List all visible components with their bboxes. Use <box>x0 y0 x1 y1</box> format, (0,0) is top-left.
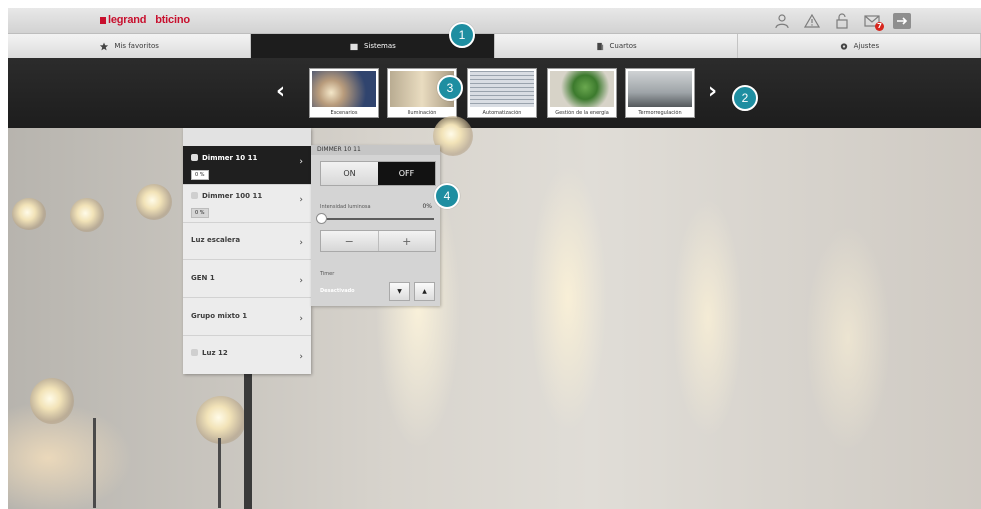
gear-icon <box>839 42 849 51</box>
chevron-right-icon: › <box>299 314 303 324</box>
lock-icon[interactable] <box>833 13 851 29</box>
chevron-right-icon: › <box>299 352 303 362</box>
exit-icon[interactable] <box>893 13 911 29</box>
callout-1: 1 <box>449 22 475 48</box>
alert-icon[interactable] <box>803 13 821 29</box>
device-item-gen-1[interactable]: GEN 1 › <box>183 259 311 298</box>
bulb-icon <box>191 349 198 356</box>
panel-title: DIMMER 10 11 <box>311 145 440 155</box>
on-off-toggle: ON OFF <box>320 161 436 186</box>
rooms-icon <box>595 42 605 51</box>
top-bar: legrand bticino 7 <box>8 8 981 34</box>
tab-cuartos[interactable]: Cuartos <box>494 34 738 58</box>
system-label: Termorregulación <box>638 110 682 116</box>
callout-2: 2 <box>732 85 758 111</box>
tab-label: Cuartos <box>609 42 637 50</box>
bulb-icon <box>191 154 198 161</box>
systems-strip: ‹ Escenarios Iluminación Automatización … <box>8 58 981 128</box>
star-icon <box>99 41 109 51</box>
lamp-stand <box>93 418 96 508</box>
timer-value: Desactivado <box>320 288 355 294</box>
automation-thumbnail <box>470 71 534 107</box>
intensity-stepper: − + <box>320 230 436 252</box>
decrease-button[interactable]: − <box>321 231 378 251</box>
brand-secondary: bticino <box>155 14 190 26</box>
system-label: Iluminación <box>407 110 437 116</box>
timer-down-button[interactable]: ▼ <box>389 282 410 301</box>
device-label: Dimmer 10 11 <box>202 154 258 162</box>
timer-up-button[interactable]: ▲ <box>414 282 435 301</box>
user-icon[interactable] <box>773 13 791 29</box>
tab-favoritos[interactable]: Mis favoritos <box>8 34 252 58</box>
header-icons: 7 <box>773 11 911 31</box>
device-value: 0 % <box>191 208 209 218</box>
device-list: Dimmer 10 11 0 % › Dimmer 100 11 0 % › L… <box>183 128 311 374</box>
device-label: Grupo mixto 1 <box>191 312 248 320</box>
system-escenarios[interactable]: Escenarios <box>309 68 379 118</box>
callout-3: 3 <box>437 75 463 101</box>
bulb-icon <box>191 192 198 199</box>
device-item-dimmer-10-11[interactable]: Dimmer 10 11 0 % › <box>183 146 311 185</box>
system-automatizacion[interactable]: Automatización <box>467 68 537 118</box>
device-item-grupo-mixto-1[interactable]: Grupo mixto 1 › <box>183 297 311 336</box>
dimmer-control-panel: DIMMER 10 11 ON OFF Intensidad luminosa … <box>311 145 440 306</box>
scenes-thumbnail <box>312 71 376 107</box>
on-button[interactable]: ON <box>321 162 378 185</box>
mail-icon[interactable]: 7 <box>863 13 884 31</box>
increase-button[interactable]: + <box>377 231 435 251</box>
main-tabs: Mis favoritos Sistemas Cuartos Ajustes <box>8 34 981 58</box>
system-label: Escenarios <box>330 110 358 116</box>
tab-ajustes[interactable]: Ajustes <box>737 34 981 58</box>
next-arrow-icon[interactable]: › <box>708 80 717 104</box>
device-label: GEN 1 <box>191 274 215 282</box>
system-energia[interactable]: Gestión de la energía <box>547 68 617 118</box>
device-item-dimmer-100-11[interactable]: Dimmer 100 11 0 % › <box>183 184 311 223</box>
device-label: Luz escalera <box>191 236 241 244</box>
device-item-luz-12[interactable]: Luz 12 › <box>183 335 311 373</box>
system-label: Automatización <box>482 110 522 116</box>
mail-badge: 7 <box>875 22 884 31</box>
lamp-bulb <box>136 184 172 220</box>
lamp-bulb <box>70 198 104 232</box>
chevron-right-icon: › <box>299 238 303 248</box>
tab-label: Ajustes <box>853 42 880 50</box>
chevron-right-icon: › <box>299 195 303 205</box>
chevron-right-icon: › <box>299 276 303 286</box>
lamp-bulb <box>12 198 46 230</box>
app-window: legrand bticino 7 Mis favoritos Sistemas… <box>8 8 981 509</box>
device-item-luz-escalera[interactable]: Luz escalera › <box>183 222 311 260</box>
device-label: Luz 12 <box>202 349 228 357</box>
off-button[interactable]: OFF <box>378 162 435 185</box>
lamp-stand <box>218 438 221 508</box>
tab-label: Sistemas <box>363 42 396 50</box>
chevron-right-icon: › <box>299 157 303 167</box>
timer-label: Timer <box>320 271 335 277</box>
system-label: Gestión de la energía <box>555 110 609 116</box>
intensity-value: 0% <box>422 203 432 210</box>
intensity-slider[interactable] <box>320 218 434 220</box>
lamp-stand <box>244 374 252 509</box>
device-label: Dimmer 100 11 <box>202 192 263 200</box>
lamp-bulb <box>30 378 74 424</box>
list-scroll-top <box>183 128 311 147</box>
system-termorregulacion[interactable]: Termorregulación <box>625 68 695 118</box>
energy-thumbnail <box>550 71 614 107</box>
prev-arrow-icon[interactable]: ‹ <box>276 80 285 104</box>
intensity-label: Intensidad luminosa <box>320 204 371 210</box>
lamp-bulb <box>196 396 246 444</box>
brand-primary: legrand <box>108 14 147 26</box>
thermo-thumbnail <box>628 71 692 107</box>
background-photo <box>8 116 981 509</box>
systems-icon <box>349 42 359 51</box>
callout-4: 4 <box>434 183 460 209</box>
intensity-slider-handle[interactable] <box>316 213 327 224</box>
device-value: 0 % <box>191 170 209 180</box>
tab-label: Mis favoritos <box>114 42 159 50</box>
brand-logo: legrand bticino <box>100 14 190 26</box>
